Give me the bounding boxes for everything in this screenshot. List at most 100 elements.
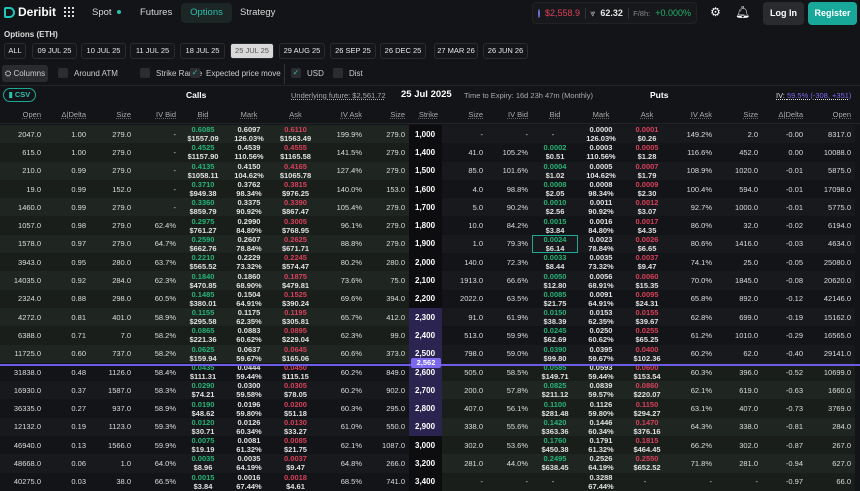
call-bid[interactable]: 0.0015 $3.84	[180, 472, 226, 491]
call-bid[interactable]: 0.1155 $295.58	[180, 307, 226, 327]
put-bid[interactable]: 0.1420 $363.36	[532, 417, 578, 437]
column-header[interactable]: IV Bid	[487, 106, 532, 123]
call-ask[interactable]: 0.2625 $671.71	[272, 234, 319, 254]
table-row[interactable]: 4272.0 0.81 401.0 58.9% 0.1155 $295.58 0.1175 6…	[0, 307, 860, 327]
call-bid[interactable]: 0.3710 $949.38	[180, 179, 226, 199]
nav-spot[interactable]: Spot	[84, 3, 129, 23]
expiry-tab[interactable]: 26 SEP 25	[330, 43, 376, 59]
table-row[interactable]: 210.0 0.99 279.0-0.4135 $1058.11 0.4150 104.6…	[0, 161, 860, 180]
put-bid[interactable]: 0.0004 $1.02	[532, 161, 578, 180]
put-ask[interactable]: 0.1470 $376.16	[624, 417, 670, 437]
ticker-box[interactable]: $2,558.9 ⩔ 62.32 F/8h: +0.000%	[532, 2, 697, 24]
column-header[interactable]: Open	[0, 106, 45, 123]
call-bid[interactable]: 0.3360 $859.79	[180, 198, 226, 217]
table-row[interactable]: 48668.0 0.06 1.0 64.0% 0.0035 $8.96 0.0035 64.1…	[0, 454, 860, 473]
put-ask[interactable]: 0.0007 $1.79	[624, 161, 670, 180]
nav-strategy[interactable]: Strategy	[232, 3, 283, 23]
underlying-future[interactable]: Underlying future: $2,561.72	[291, 91, 386, 100]
put-ask[interactable]: 0.0001 $0.26	[624, 125, 670, 144]
call-bid[interactable]: 0.1840 $470.85	[180, 271, 226, 290]
put-ask[interactable]: 0.0009 $2.30	[624, 179, 670, 199]
expiry-tab[interactable]: 27 MAR 26	[434, 43, 478, 59]
column-header[interactable]: Size	[716, 106, 762, 123]
call-bid[interactable]: 0.6085 $1557.09	[180, 125, 226, 144]
expiry-tab[interactable]: 11 JUL 25	[130, 43, 175, 59]
column-header[interactable]: Mark	[578, 106, 624, 123]
put-ask[interactable]: 0.2550 $652.52	[624, 454, 670, 473]
put-ask[interactable]: 0.0005 $1.28	[624, 143, 670, 162]
column-header[interactable]: Size	[366, 106, 409, 123]
call-ask[interactable]: 0.3005 $768.95	[272, 216, 319, 235]
call-ask[interactable]: 0.0305 $78.05	[272, 381, 319, 400]
column-header[interactable]: Strike	[409, 106, 442, 123]
call-ask[interactable]: 0.1875 $479.81	[272, 271, 319, 290]
put-ask[interactable]: 0.0060 $15.35	[624, 271, 670, 290]
put-bid[interactable]: 0.0150 $38.39	[532, 307, 578, 327]
put-bid[interactable]: 0.0245 $62.69	[532, 326, 578, 345]
call-ask[interactable]: 0.0037 $9.47	[272, 454, 319, 473]
put-bid[interactable]: 0.1760 $450.38	[532, 436, 578, 455]
column-header[interactable]: Size	[90, 106, 135, 123]
expiry-tab[interactable]: 09 JUL 25	[32, 43, 77, 59]
put-bid[interactable]: 0.0002 $0.51	[532, 143, 578, 162]
call-ask[interactable]: 0.1195 $305.81	[272, 307, 319, 327]
table-row[interactable]: 12132.0 0.19 1123.0 59.3% 0.0120 $30.71 0.0126…	[0, 417, 860, 437]
put-ask[interactable]: 0.0255 $65.25	[624, 326, 670, 345]
put-ask[interactable]: 0.0860 $220.07	[624, 381, 670, 400]
call-bid[interactable]: 0.1485 $380.01	[180, 289, 226, 308]
iv-summary[interactable]: IV: 59.5% (-308, +351)	[776, 91, 851, 100]
column-header[interactable]: Ask	[272, 106, 319, 123]
table-row[interactable]: 40275.0 0.03 38.0 66.5% 0.0015 $3.84 0.0016 67.…	[0, 472, 860, 491]
call-bid[interactable]: 0.2975 $761.27	[180, 216, 226, 235]
expiry-tab[interactable]: 25 JUL 25	[230, 43, 274, 59]
expiry-tab[interactable]: 10 JUL 25	[81, 43, 126, 59]
table-row[interactable]: 6388.0 0.71 7.0 58.2% 0.0865 $221.36 0.0883 60.…	[0, 326, 860, 345]
table-row[interactable]: 2324.0 0.88 298.0 60.5% 0.1485 $380.01 0.1504 6…	[0, 289, 860, 308]
csv-export-button[interactable]: ▮ CSV	[3, 88, 36, 102]
table-row[interactable]: 1057.0 0.98 279.0 62.4% 0.2975 $761.27 0.2990 8…	[0, 216, 860, 235]
call-ask[interactable]: 0.3390 $867.47	[272, 198, 319, 217]
put-bid[interactable]: -	[532, 472, 578, 491]
put-bid[interactable]: 0.0033 $8.44	[532, 253, 578, 272]
expiry-tab[interactable]: 29 AUG 25	[279, 43, 325, 59]
put-bid[interactable]: -	[532, 125, 578, 144]
nav-futures[interactable]: Futures	[132, 3, 180, 23]
register-button[interactable]: Register	[808, 2, 857, 25]
notification-bell-icon[interactable]: 🔔︎	[735, 6, 750, 19]
call-bid[interactable]: 0.0290 $74.21	[180, 381, 226, 400]
call-ask[interactable]: 0.0018 $4.61	[272, 472, 319, 491]
call-bid[interactable]: 0.0190 $48.62	[180, 399, 226, 418]
call-bid[interactable]: 0.0120 $30.71	[180, 417, 226, 437]
call-bid[interactable]: 0.0075 $19.19	[180, 436, 226, 455]
expiry-tab[interactable]: 26 DEC 25	[380, 43, 426, 59]
put-ask[interactable]: 0.0017 $4.35	[624, 216, 670, 235]
put-bid[interactable]: 0.1100 $281.48	[532, 399, 578, 418]
column-header[interactable]: Mark	[226, 106, 272, 123]
table-row[interactable]: 46940.0 0.13 1566.0 59.9% 0.0075 $19.19 0.0081…	[0, 436, 860, 455]
put-bid[interactable]: 0.0825 $211.12	[532, 381, 578, 400]
table-row[interactable]: 1578.0 0.97 279.0 64.7% 0.2590 $662.76 0.2607 7…	[0, 234, 860, 254]
put-ask[interactable]: 0.0095 $24.31	[624, 289, 670, 308]
column-header[interactable]: Ask	[624, 106, 670, 123]
call-bid[interactable]: 0.0625 $159.94	[180, 344, 226, 363]
filter-checkbox[interactable]: Around ATM	[58, 68, 118, 78]
table-row[interactable]: 19.0 0.99 152.0-0.3710 $949.38 0.3762 98.34% 0…	[0, 179, 860, 199]
login-button[interactable]: Log In	[763, 2, 804, 25]
table-row[interactable]: 2047.0 1.00 279.0-0.6085 $1557.09 0.6097 126.…	[0, 125, 860, 144]
column-header[interactable]: IV Ask	[670, 106, 716, 123]
put-ask[interactable]: 0.0155 $39.67	[624, 307, 670, 327]
call-ask[interactable]: 0.3815 $976.25	[272, 179, 319, 199]
call-ask[interactable]: 0.4555 $1165.58	[272, 143, 319, 162]
column-header[interactable]: IV Ask	[319, 106, 366, 123]
column-header[interactable]: Δ|Delta	[45, 106, 90, 123]
table-row[interactable]: 36335.0 0.27 937.0 58.9% 0.0190 $48.62 0.0196 5…	[0, 399, 860, 418]
column-header[interactable]: Bid	[532, 106, 578, 123]
expiry-tab[interactable]: ALL	[4, 43, 26, 59]
put-bid[interactable]: 0.0085 $21.75	[532, 289, 578, 308]
column-header[interactable]: IV Bid	[135, 106, 180, 123]
put-ask[interactable]: 0.0037 $9.47	[624, 253, 670, 272]
call-ask[interactable]: 0.0130 $33.27	[272, 417, 319, 437]
table-row[interactable]: 16930.0 0.37 1587.0 58.3% 0.0290 $74.21 0.0300…	[0, 381, 860, 400]
put-bid[interactable]: 0.0050 $12.80	[532, 271, 578, 290]
put-ask[interactable]: -	[624, 472, 670, 491]
